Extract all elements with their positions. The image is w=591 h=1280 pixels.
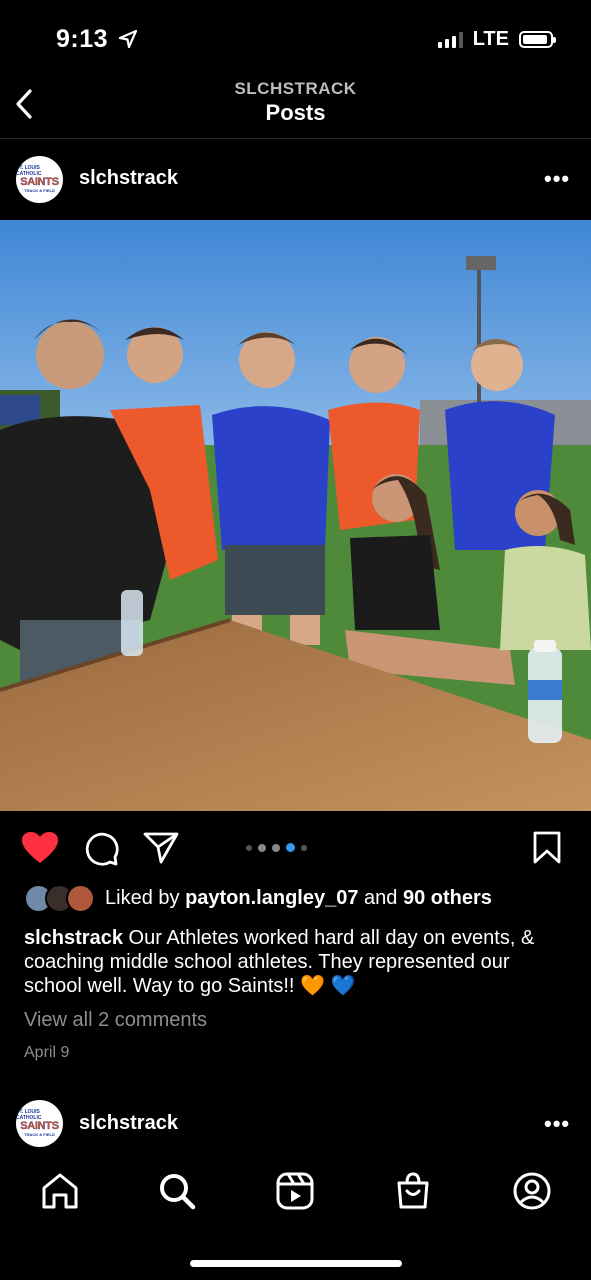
network-label: LTE <box>472 28 509 50</box>
post-username[interactable]: slchstrack <box>79 167 178 190</box>
likes-middle: and <box>358 887 403 909</box>
status-time: 9:13 <box>56 25 138 54</box>
carousel-dot-active <box>286 843 295 852</box>
profile-icon[interactable] <box>512 1171 552 1211</box>
carousel-dot <box>246 844 252 851</box>
liker-avatars <box>24 884 95 913</box>
avatar-line3: TRACK & FIELD <box>24 1132 55 1137</box>
view-comments-link[interactable]: View all 2 comments <box>24 1009 207 1032</box>
caption-username[interactable]: slchstrack <box>24 927 123 949</box>
home-indicator[interactable] <box>190 1260 402 1267</box>
avatar-line2: SAINTS <box>20 176 59 188</box>
stadium-light <box>466 256 496 270</box>
comment-icon[interactable] <box>83 831 119 867</box>
likes-summary[interactable]: Liked by payton.langley_07 and 90 others <box>24 884 492 913</box>
avatar-line2: SAINTS <box>20 1120 59 1132</box>
carousel-dot <box>258 843 266 852</box>
post-date: April 9 <box>24 1044 70 1061</box>
likes-prefix: Liked by <box>105 887 186 909</box>
signal-icon <box>437 31 463 48</box>
athlete-green-top <box>500 546 591 650</box>
home-icon[interactable] <box>40 1171 80 1211</box>
more-options-icon[interactable]: ••• <box>544 166 570 192</box>
athlete-black-top <box>350 535 440 630</box>
header-account: SLCHSTRACK <box>234 79 357 98</box>
likes-others[interactable]: 90 others <box>403 887 492 910</box>
liker-avatar <box>66 884 95 913</box>
location-arrow-icon <box>118 29 137 49</box>
save-bookmark-icon[interactable] <box>532 831 562 865</box>
bottom-nav <box>0 1154 591 1228</box>
carousel-indicator <box>246 843 307 852</box>
post-caption: slchstrack Our Athletes worked hard all … <box>24 926 569 998</box>
next-post-username[interactable]: slchstrack <box>79 1112 178 1135</box>
search-icon[interactable] <box>157 1171 197 1211</box>
battery-icon <box>519 31 556 48</box>
reels-icon[interactable] <box>275 1171 315 1211</box>
carousel-dot <box>272 843 280 852</box>
carousel-dot <box>301 844 307 851</box>
header-divider <box>0 138 591 139</box>
post-photo[interactable] <box>0 220 591 811</box>
liked-by-user[interactable]: payton.langley_07 <box>185 887 358 910</box>
avatar-line3: TRACK & FIELD <box>24 188 55 193</box>
page-title: Posts <box>265 100 326 125</box>
next-post-more-options-icon[interactable]: ••• <box>544 1111 570 1137</box>
share-icon[interactable] <box>143 831 179 865</box>
like-heart-icon[interactable] <box>21 831 59 865</box>
athlete-blue-shirt <box>212 406 330 550</box>
post-avatar[interactable]: ST. LOUIS CATHOLIC SAINTS TRACK & FIELD <box>16 156 63 203</box>
shop-icon[interactable] <box>393 1171 433 1211</box>
next-post-avatar[interactable]: ST. LOUIS CATHOLIC SAINTS TRACK & FIELD <box>16 1100 63 1147</box>
status-indicators: LTE <box>437 28 556 51</box>
